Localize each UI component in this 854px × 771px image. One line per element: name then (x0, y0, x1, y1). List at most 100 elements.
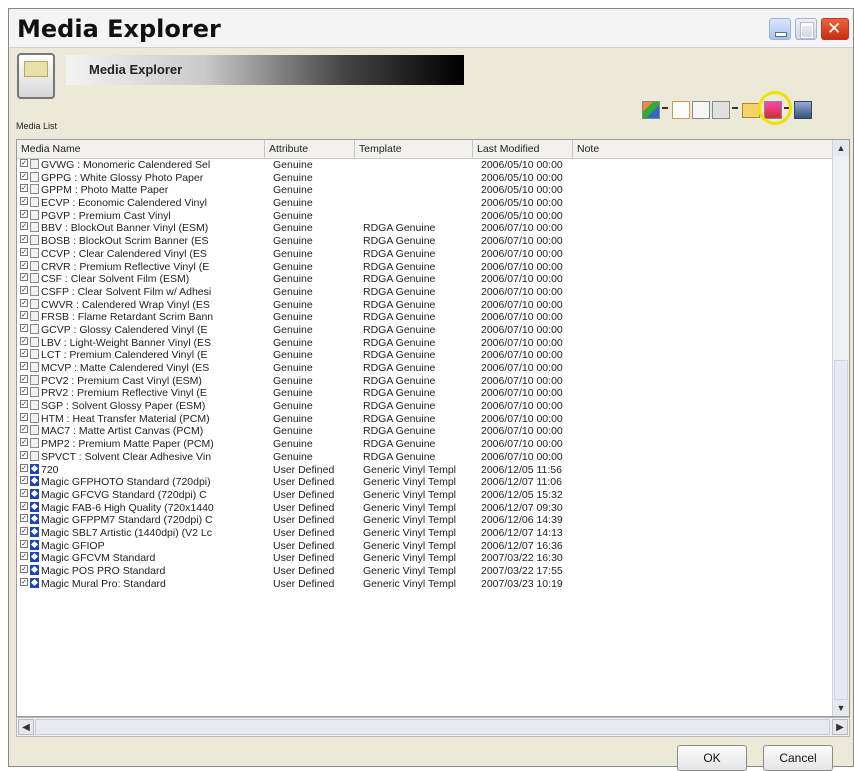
table-row[interactable]: ✓ GVWG : Monomeric Calendered Sel Genuine 2… (17, 159, 834, 172)
row-checkbox[interactable]: ✓ (20, 526, 28, 535)
row-checkbox[interactable]: ✓ (20, 501, 28, 510)
table-row[interactable]: ✓ GCVP : Glossy Calendered Vinyl (E Genuin… (17, 323, 834, 337)
minimize-button[interactable] (769, 18, 791, 40)
table-row[interactable]: ✓ FRSB : Flame Retardant Scrim Bann Genuin… (17, 311, 834, 324)
row-checkbox[interactable]: ✓ (20, 311, 28, 320)
last-modified-cell: 2006/12/05 11:56 (481, 463, 562, 476)
table-row[interactable]: ✓ LBV : Light-Weight Banner Vinyl (ES Genu… (17, 336, 834, 350)
media-name-cell: Magic GFCVG Standard (720dpi) C (41, 488, 207, 501)
row-checkbox[interactable]: ✓ (20, 514, 28, 523)
last-modified-cell: 2006/05/10 00:00 (481, 171, 563, 184)
scroll-left-icon[interactable]: ◀ (18, 719, 34, 735)
edit-media-icon[interactable] (642, 101, 660, 119)
table-row[interactable]: ✓ PMP2 : Premium Matte Paper (PCM) Genuine… (17, 438, 834, 451)
table-row[interactable]: ✓ MCVP : Matte Calendered Vinyl (ES Genuin… (17, 362, 834, 375)
table-row[interactable]: ✓ 720 User Defined Generic Vinyl Templ 2006/… (17, 463, 834, 477)
table-row[interactable]: ✓ CRVR : Premium Reflective Vinyl (E Genui… (17, 260, 834, 274)
table-row[interactable]: ✓ PGVP : Premium Cast Vinyl Genuine 2006/05… (17, 209, 834, 223)
table-row[interactable]: ✓ LCT : Premium Calendered Vinyl (E Genuin… (17, 349, 834, 362)
copy-media-icon[interactable] (692, 101, 710, 119)
row-checkbox[interactable]: ✓ (20, 362, 28, 370)
table-row[interactable]: ✓ Magic GFCVG Standard (720dpi) C User Def… (17, 488, 834, 502)
horizontal-scroll-thumb[interactable] (35, 719, 830, 735)
row-checkbox[interactable]: ✓ (20, 260, 28, 269)
table-row[interactable]: ✓ PCV2 : Premium Cast Vinyl (ESM) Genuine R… (17, 374, 834, 388)
scroll-down-icon[interactable]: ▼ (833, 700, 849, 716)
table-row[interactable]: ✓ Magic Mural Pro: Standard User Defined Ge… (17, 577, 834, 591)
media-list[interactable]: Media Name Attribute Template Last Modif… (16, 139, 850, 717)
media-properties-icon[interactable] (712, 101, 730, 119)
row-checkbox[interactable]: ✓ (20, 247, 28, 256)
row-checkbox[interactable]: ✓ (20, 463, 28, 472)
table-row[interactable]: ✓ Magic GFPHOTO Standard (720dpi) User Def… (17, 476, 834, 489)
dropdown-arrow-icon[interactable] (662, 107, 668, 109)
row-checkbox[interactable]: ✓ (20, 273, 28, 282)
row-checkbox[interactable]: ✓ (20, 450, 28, 459)
row-checkbox[interactable]: ✓ (20, 222, 28, 231)
table-row[interactable]: ✓ CSFP : Clear Solvent Film w/ Adhesi Genu… (17, 285, 834, 299)
row-checkbox[interactable]: ✓ (20, 565, 28, 573)
row-checkbox[interactable]: ✓ (20, 285, 28, 294)
table-row[interactable]: ✓ MAC7 : Matte Artist Canvas (PCM) Genuine… (17, 425, 834, 438)
ok-button[interactable]: OK (677, 745, 747, 771)
row-checkbox[interactable]: ✓ (20, 235, 28, 244)
row-checkbox[interactable]: ✓ (20, 425, 28, 434)
table-row[interactable]: ✓ GPPG : White Glossy Photo Paper Genuine 2… (17, 171, 834, 185)
row-checkbox[interactable]: ✓ (20, 577, 28, 586)
row-checkbox[interactable]: ✓ (20, 209, 28, 218)
row-checkbox[interactable]: ✓ (20, 552, 28, 561)
column-header-media-name[interactable]: Media Name (17, 140, 265, 158)
maximize-button[interactable] (795, 18, 817, 40)
column-header-attribute[interactable]: Attribute (265, 140, 355, 158)
row-checkbox[interactable]: ✓ (20, 387, 28, 396)
table-row[interactable]: ✓ Magic FAB-6 High Quality (720x1440 User … (17, 501, 834, 515)
table-row[interactable]: ✓ PRV2 : Premium Reflective Vinyl (E Genui… (17, 387, 834, 400)
table-row[interactable]: ✓ Magic GFPPM7 Standard (720dpi) C User De… (17, 514, 834, 527)
close-button[interactable] (821, 18, 849, 40)
cancel-button[interactable]: Cancel (763, 745, 833, 771)
new-media-icon[interactable] (672, 101, 690, 119)
horizontal-scrollbar[interactable]: ◀ ▶ (16, 717, 850, 737)
table-row[interactable]: ✓ SGP : Solvent Glossy Paper (ESM) Genuine… (17, 400, 834, 413)
media-document-icon (17, 53, 55, 99)
row-checkbox[interactable]: ✓ (20, 400, 28, 409)
row-checkbox[interactable]: ✓ (20, 184, 28, 193)
dropdown-arrow-icon[interactable] (732, 107, 738, 109)
table-row[interactable]: ✓ CCVP : Clear Calendered Vinyl (ES Genuin… (17, 247, 834, 261)
row-checkbox[interactable]: ✓ (20, 171, 28, 180)
table-row[interactable]: ✓ HTM : Heat Transfer Material (PCM) Genui… (17, 412, 834, 426)
table-row[interactable]: ✓ BOSB : BlockOut Scrim Banner (ES Genuine… (17, 235, 834, 248)
row-checkbox[interactable]: ✓ (20, 438, 28, 447)
table-row[interactable]: ✓ CSF : Clear Solvent Film (ESM) Genuine RD… (17, 273, 834, 286)
export-icon[interactable] (794, 101, 812, 119)
row-checkbox[interactable]: ✓ (20, 349, 28, 358)
table-row[interactable]: ✓ SPVCT : Solvent Clear Adhesive Vin Genui… (17, 450, 834, 464)
row-checkbox[interactable]: ✓ (20, 374, 28, 383)
scroll-right-icon[interactable]: ▶ (832, 719, 848, 735)
scroll-up-icon[interactable]: ▲ (833, 140, 849, 156)
scroll-thumb[interactable] (834, 360, 848, 700)
table-row[interactable]: ✓ GPPM : Photo Matte Paper Genuine 2006/05/… (17, 184, 834, 197)
row-checkbox[interactable]: ✓ (20, 323, 28, 332)
table-row[interactable]: ✓ ECVP : Economic Calendered Vinyl Genuine… (17, 197, 834, 210)
column-header-note[interactable]: Note (573, 140, 834, 158)
row-checkbox[interactable]: ✓ (20, 336, 28, 345)
table-row[interactable]: ✓ Magic GFIOP User Defined Generic Vinyl Te… (17, 539, 834, 553)
vertical-scrollbar[interactable]: ▲ ▼ (832, 140, 849, 716)
row-checkbox[interactable]: ✓ (20, 159, 28, 167)
column-header-last-modified[interactable]: Last Modified (473, 140, 573, 158)
attribute-cell: User Defined (273, 526, 335, 539)
table-row[interactable]: ✓ Magic POS PRO Standard User Defined Gener… (17, 565, 834, 578)
row-checkbox[interactable]: ✓ (20, 298, 28, 307)
row-checkbox[interactable]: ✓ (20, 539, 28, 548)
row-checkbox[interactable]: ✓ (20, 412, 28, 421)
title-bar[interactable]: Media Explorer (9, 9, 853, 48)
table-row[interactable]: ✓ CWVR : Calendered Wrap Vinyl (ES Genuine… (17, 298, 834, 312)
row-checkbox[interactable]: ✓ (20, 488, 28, 497)
row-checkbox[interactable]: ✓ (20, 476, 28, 485)
table-row[interactable]: ✓ Magic GFCVM Standard User Defined Generic… (17, 552, 834, 565)
row-checkbox[interactable]: ✓ (20, 197, 28, 206)
table-row[interactable]: ✓ BBV : BlockOut Banner Vinyl (ESM) Genuin… (17, 222, 834, 235)
table-row[interactable]: ✓ Magic SBL7 Artistic (1440dpi) (V2 Lc Use… (17, 526, 834, 540)
column-header-template[interactable]: Template (355, 140, 473, 158)
